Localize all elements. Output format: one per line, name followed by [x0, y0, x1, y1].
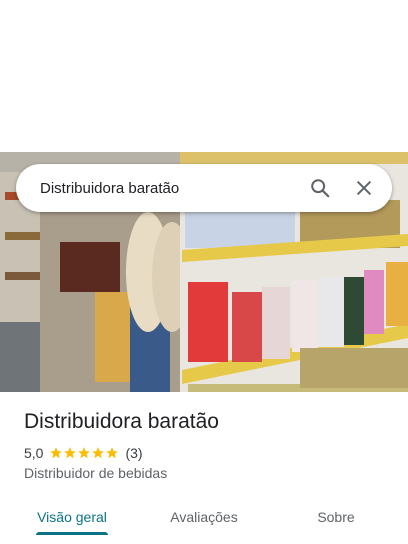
star-icon	[106, 447, 119, 459]
search-input[interactable]: Distribuidora baratão	[16, 180, 298, 197]
active-tab-indicator	[36, 532, 108, 535]
place-title: Distribuidora baratão	[24, 410, 219, 433]
star-icon	[50, 447, 63, 459]
rating-stars	[49, 446, 119, 460]
tab-reviews[interactable]: Avaliações	[152, 498, 256, 536]
review-count[interactable]: (3)	[125, 445, 142, 461]
rating-row[interactable]: 5,0 (3)	[24, 443, 143, 463]
rating-value: 5,0	[24, 445, 44, 461]
close-icon	[354, 178, 374, 198]
place-tabs: Visão geral Avaliações Sobre	[0, 498, 408, 544]
tab-about[interactable]: Sobre	[284, 498, 388, 536]
tab-overview[interactable]: Visão geral	[20, 498, 124, 536]
star-icon	[64, 447, 77, 459]
place-category[interactable]: Distribuidor de bebidas	[24, 465, 167, 481]
clear-search-button[interactable]	[342, 166, 386, 210]
star-icon	[78, 447, 91, 459]
search-icon	[309, 177, 331, 199]
search-bar[interactable]: Distribuidora baratão	[16, 164, 392, 212]
star-icon	[92, 447, 105, 459]
search-button[interactable]	[298, 166, 342, 210]
